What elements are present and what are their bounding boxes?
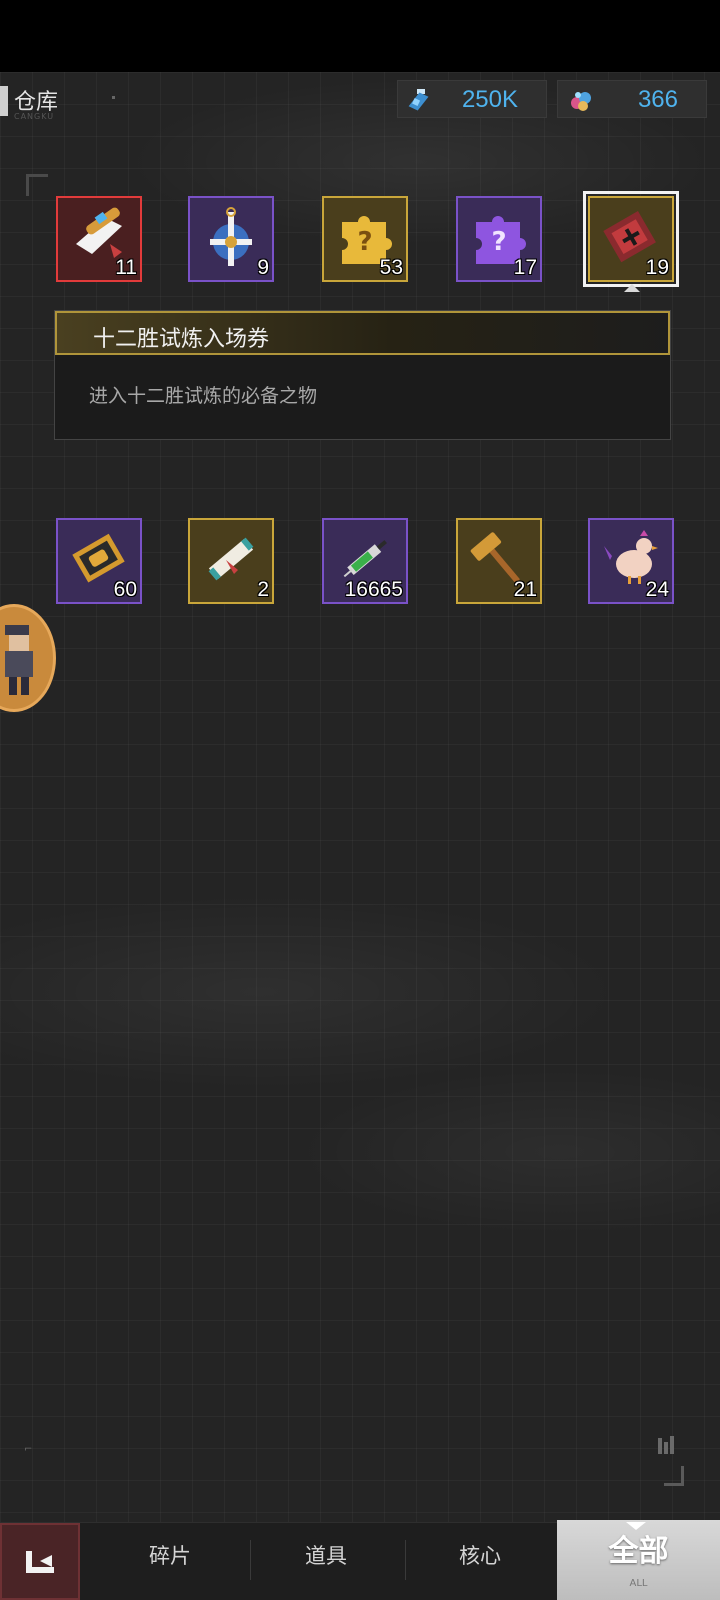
inventory-item[interactable]: 11 <box>56 196 142 282</box>
status-bar <box>0 0 720 72</box>
tooltip-header: 十二胜试炼入场券 <box>55 311 670 355</box>
character-portrait-icon <box>5 625 33 695</box>
currency-energy[interactable]: 250K <box>397 80 547 118</box>
item-tooltip: 十二胜试炼入场券 进入十二胜试炼的必备之物 <box>54 310 671 440</box>
item-quantity: 17 <box>513 256 537 279</box>
tooltip-description: 进入十二胜试炼的必备之物 <box>89 385 318 407</box>
inventory-item[interactable]: 21 <box>456 518 542 604</box>
tooltip-title: 十二胜试炼入场券 <box>93 327 270 352</box>
inventory-item[interactable]: 9 <box>188 196 274 282</box>
inventory-item[interactable]: 60 <box>56 518 142 604</box>
item-quantity: 19 <box>645 256 669 279</box>
tab-all-sublabel: ALL <box>629 1578 648 1589</box>
currency-gems[interactable]: 366 <box>557 80 707 118</box>
selection-caret <box>624 284 640 292</box>
corner-glyph: ⌐ <box>24 1444 33 1455</box>
grid-corner-bracket <box>664 1466 684 1486</box>
inventory-item[interactable]: 16665 <box>322 518 408 604</box>
item-quantity: 2 <box>257 578 269 601</box>
svg-text:?: ? <box>357 227 372 257</box>
inventory-item[interactable]: 2 <box>188 518 274 604</box>
tab-core[interactable]: 核心 <box>430 1540 530 1570</box>
item-quantity: 9 <box>257 256 269 279</box>
page-subtitle: CANGKU <box>14 112 55 121</box>
rolled-scroll-icon <box>208 537 254 581</box>
item-quantity: 11 <box>115 256 137 279</box>
tab-all[interactable]: 全部 ALL <box>557 1520 720 1600</box>
gems-value: 366 <box>637 86 678 113</box>
item-quantity: 53 <box>379 256 403 279</box>
side-character-avatar[interactable] <box>0 604 56 712</box>
stack-sort-icon[interactable] <box>656 1434 680 1458</box>
inventory-item[interactable]: 24 <box>588 518 674 604</box>
medal-cross-icon <box>210 207 252 266</box>
tab-items[interactable]: 道具 <box>276 1540 376 1570</box>
svg-text:?: ? <box>491 227 506 257</box>
grid-corner-bracket <box>26 174 48 196</box>
tab-fragments[interactable]: 碎片 <box>120 1540 220 1570</box>
item-quantity: 21 <box>513 578 537 601</box>
title-marker <box>0 86 8 116</box>
inventory-item[interactable]: ? 17 <box>456 196 542 282</box>
inventory-item[interactable]: ? 53 <box>322 196 408 282</box>
back-button[interactable] <box>0 1523 80 1600</box>
energy-vial-icon <box>408 89 429 111</box>
item-quantity: 24 <box>645 578 669 601</box>
item-quantity: 16665 <box>344 578 403 601</box>
gem-pile-icon <box>571 92 591 111</box>
back-arrow-icon <box>26 1551 54 1573</box>
item-quantity: 60 <box>113 578 137 601</box>
nav-divider <box>405 1540 406 1580</box>
active-tab-caret <box>626 1522 646 1530</box>
energy-value: 250K <box>461 86 518 113</box>
nav-divider <box>250 1540 251 1580</box>
tab-all-label: 全部 <box>608 1534 669 1569</box>
inventory-item-selected[interactable]: 19 <box>583 191 679 287</box>
title-dot <box>112 96 115 99</box>
warehouse-screen: 仓库 CANGKU 250K 366 11 9 ? 53 ? 17 19 十二胜… <box>0 72 720 1600</box>
